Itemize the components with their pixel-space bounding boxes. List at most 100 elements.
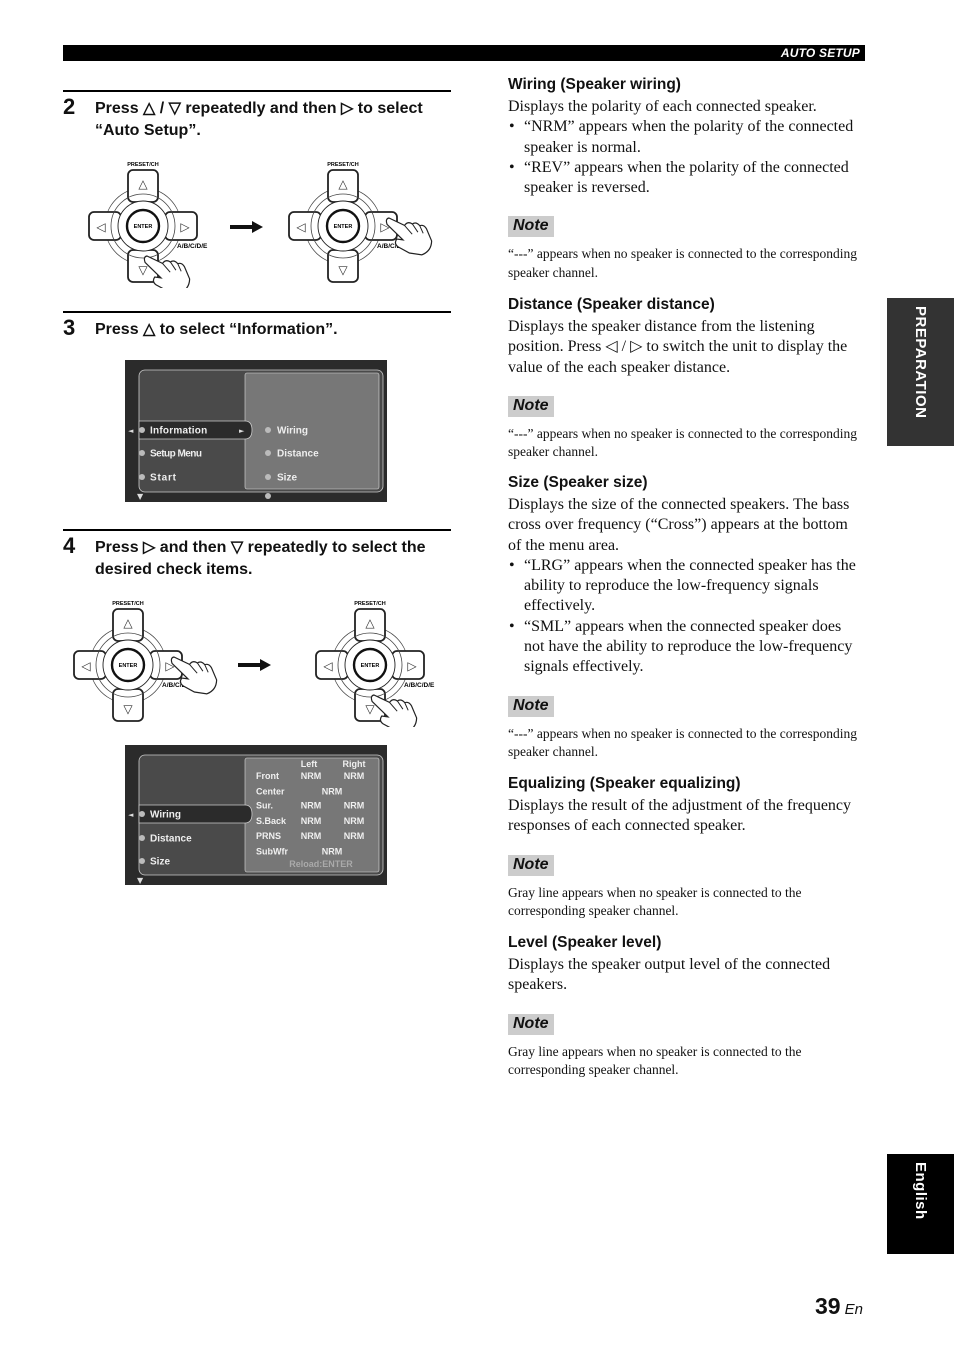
- left-button: ◁: [315, 650, 349, 680]
- reload-hint: Reload:ENTER: [289, 859, 353, 869]
- section-level: Level (Speaker level) Displays the speak…: [508, 933, 864, 1080]
- osd-submenu-item: Size: [277, 473, 297, 484]
- note-text: “---” appears when no speaker is connect…: [508, 725, 857, 760]
- speaker-channel-label: S.Back: [256, 816, 287, 826]
- menu-bullet-icon: [265, 427, 271, 433]
- tab-english[interactable]: English: [887, 1154, 954, 1254]
- step-instruction: Press ▷ and then ▽ repeatedly to select …: [95, 539, 426, 578]
- menu-bullet-icon: [139, 474, 145, 480]
- note-label: Note: [508, 216, 554, 238]
- abcde-label: A/B/C/D/E: [404, 682, 435, 689]
- remote-figure-step2-b: PRESET/CH △ ▽ ◁ ▷ ENTER A/B/C/D/E: [285, 158, 435, 293]
- bullet-item: “REV” appears when the polarity of the c…: [508, 158, 864, 199]
- note-text: Gray line appears when no speaker is con…: [508, 1043, 802, 1078]
- menu-bullet-icon: [265, 474, 271, 480]
- osd-menu-item: Start: [150, 473, 177, 484]
- speaker-value-center: NRM: [322, 787, 343, 797]
- enter-label: ENTER: [119, 663, 138, 669]
- svg-text:◁: ◁: [322, 659, 332, 673]
- left-button: ◁: [88, 211, 122, 241]
- column-header-right: Right: [343, 759, 366, 769]
- preset-ch-label: PRESET/CH: [127, 162, 159, 168]
- osd-menu-item: Wiring: [150, 810, 181, 821]
- speaker-value-center: NRM: [322, 847, 343, 857]
- svg-text:▽: ▽: [365, 702, 375, 716]
- note-label: Note: [508, 695, 554, 717]
- svg-text:▽: ▽: [123, 702, 133, 716]
- section-title: Equalizing (Speaker equalizing): [508, 775, 741, 792]
- svg-text:▽: ▽: [338, 263, 348, 277]
- osd-right-panel: [244, 372, 380, 490]
- speaker-channel-label: SubWfr: [256, 847, 288, 857]
- osd-menu-item: Information: [150, 426, 207, 437]
- speaker-channel-label: Center: [256, 787, 285, 797]
- step-2: 2 Press △ / ▽ repeatedly and then ▷ to s…: [63, 90, 451, 139]
- speaker-value-left: NRM: [301, 831, 322, 841]
- osd-menu-item: Size: [150, 857, 170, 868]
- section-body: Displays the speaker distance from the l…: [508, 318, 848, 376]
- svg-text:◁: ◁: [295, 220, 305, 234]
- note-text: “---” appears when no speaker is connect…: [508, 246, 857, 280]
- note-text: “---” appears when no speaker is connect…: [508, 425, 857, 460]
- tab-english-label: English: [912, 1162, 929, 1220]
- section-body: Displays the speaker output level of the…: [508, 956, 831, 994]
- bullet-item: “NRM” appears when the polarity of the c…: [508, 117, 864, 158]
- section-title: Distance (Speaker distance): [508, 296, 715, 313]
- note-label: Note: [508, 854, 554, 876]
- menu-bullet-icon: [139, 858, 145, 864]
- section-body: Displays the result of the adjustment of…: [508, 797, 852, 835]
- note-label: Note: [508, 1013, 554, 1035]
- arrow-right-icon: [238, 658, 272, 677]
- step-4: 4 Press ▷ and then ▽ repeatedly to selec…: [63, 529, 451, 578]
- section-title: Wiring (Speaker wiring): [508, 76, 681, 93]
- preset-ch-label: PRESET/CH: [327, 162, 359, 168]
- page-indicator-icon: [265, 493, 271, 499]
- section-body: Displays the polarity of each connected …: [508, 98, 817, 115]
- section-distance: Distance (Speaker distance) Displays the…: [508, 295, 864, 462]
- speaker-value-right: NRM: [344, 801, 365, 811]
- preset-ch-label: PRESET/CH: [354, 601, 386, 607]
- step-number: 2: [63, 94, 76, 119]
- menu-bullet-icon: [139, 811, 145, 817]
- arrow-shape: [230, 221, 263, 233]
- scroll-down-icon: ▼: [137, 492, 144, 501]
- enter-label: ENTER: [134, 224, 153, 230]
- menu-bullet-icon: [139, 450, 145, 456]
- page-number: 39 En: [815, 1293, 863, 1320]
- svg-text:◁: ◁: [80, 659, 90, 673]
- osd-wiring-screen: ◄ Wiring Distance Size ▼ Left Right Front NRM NRM…: [125, 745, 387, 885]
- left-button: ◁: [73, 650, 107, 680]
- note-label: Note: [508, 395, 554, 417]
- right-arrow-icon: ►: [239, 427, 245, 435]
- svg-text:△: △: [365, 616, 375, 630]
- speaker-value-left: NRM: [301, 771, 322, 781]
- tab-preparation[interactable]: PREPARATION: [887, 298, 954, 446]
- enter-label: ENTER: [361, 663, 380, 669]
- svg-text:△: △: [338, 177, 348, 191]
- down-button: ▽: [112, 688, 144, 722]
- section-label: AUTO SETUP: [780, 46, 860, 60]
- remote-figure-step4-b: PRESET/CH △ ▽ ◁ ▷ ENTER A/B/C/D/E: [312, 597, 462, 733]
- page-number-value: 39: [815, 1293, 841, 1319]
- svg-text:△: △: [138, 177, 148, 191]
- step-3: 3 Press △ to select “Information”.: [63, 311, 451, 340]
- arrow-shape: [238, 659, 271, 671]
- speaker-value-right: NRM: [344, 771, 365, 781]
- section-size: Size (Speaker size) Displays the size of…: [508, 473, 864, 762]
- svg-text:◁: ◁: [95, 220, 105, 234]
- osd-menu-item: Setup Menu: [150, 449, 202, 460]
- remote-figure-step4-a: PRESET/CH △ ▽ ◁ ▷ ENTER A/B/C/D/E: [70, 597, 220, 732]
- osd-submenu-item: Wiring: [277, 426, 308, 437]
- osd-information-screen: ◄ ► Information Setup Menu Start Wiring Distan…: [125, 360, 387, 502]
- osd-menu-item: Distance: [150, 834, 192, 845]
- step-instruction: Press △ to select “Information”.: [95, 321, 338, 338]
- section-wiring: Wiring (Speaker wiring) Displays the pol…: [508, 75, 864, 282]
- step-number: 4: [63, 533, 76, 558]
- section-equalizing: Equalizing (Speaker equalizing) Displays…: [508, 774, 864, 921]
- remote-figure-step2-a: PRESET/CH △ ▽ ◁ ▷ ENTER A/B/C/D/E: [85, 158, 235, 294]
- left-arrow-icon: ◄: [128, 811, 134, 819]
- column-header-left: Left: [301, 759, 318, 769]
- step-number: 3: [63, 315, 76, 340]
- speaker-value-left: NRM: [301, 816, 322, 826]
- menu-bullet-icon: [139, 835, 145, 841]
